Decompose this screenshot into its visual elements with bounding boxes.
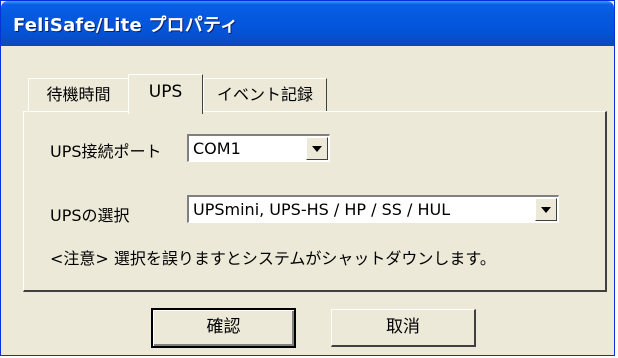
tab-label: UPS (148, 82, 183, 102)
title-bar[interactable]: FeliSafe/Lite プロパティ (1, 1, 614, 46)
ups-model-dropdown-button[interactable] (535, 198, 557, 221)
tab-ups[interactable]: UPS (128, 74, 203, 114)
port-label: UPS接続ポート (50, 142, 162, 161)
port-dropdown-button[interactable] (306, 137, 328, 160)
tab-waiting-time[interactable]: 待機時間 (28, 78, 129, 112)
confirm-button[interactable]: 確認 (151, 308, 296, 348)
port-dropdown[interactable]: COM1 (187, 134, 330, 162)
chevron-down-icon (541, 207, 551, 213)
cancel-button[interactable]: 取消 (331, 309, 476, 347)
ups-model-dropdown[interactable]: UPSmini, UPS-HS / HP / SS / HUL (187, 195, 559, 223)
tab-label: イベント記録 (216, 85, 313, 104)
warning-note: <注意> 選択を誤りますとシステムがシャットダウンします。 (50, 249, 496, 268)
ups-tab-panel: UPS接続ポート COM1 UPSの選択 UPSmini, UPS-HS / H… (23, 111, 607, 292)
tab-event-log[interactable]: イベント記録 (203, 78, 327, 112)
port-value: COM1 (193, 139, 241, 158)
chevron-down-icon (312, 146, 322, 152)
window-title: FeliSafe/Lite プロパティ (13, 15, 239, 36)
ups-model-value: UPSmini, UPS-HS / HP / SS / HUL (193, 200, 451, 219)
ups-select-label: UPSの選択 (50, 206, 130, 225)
tab-label: 待機時間 (46, 85, 111, 104)
